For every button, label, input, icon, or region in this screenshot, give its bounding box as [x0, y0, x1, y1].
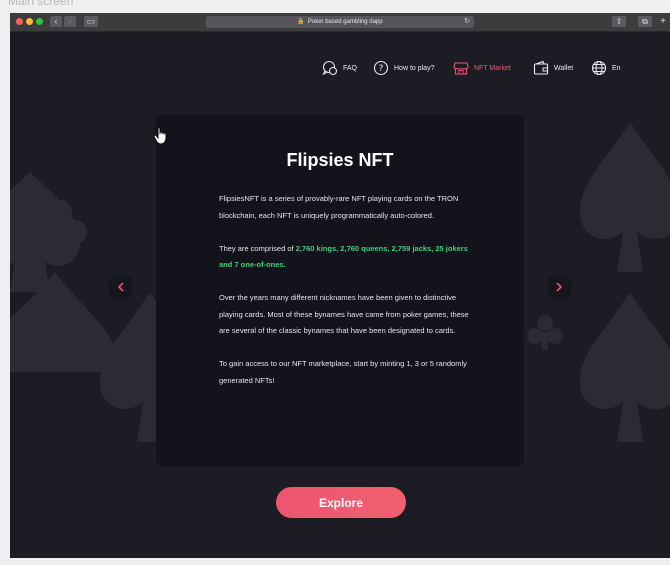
reload-icon[interactable]: ↻: [464, 16, 470, 28]
browser-toolbar: ‹ › ▭ 🔒 Poker based gambling dapp ↻ ⇪ ⧉ +: [10, 13, 670, 32]
close-window-button[interactable]: [16, 18, 23, 25]
chevron-right-icon: [556, 282, 563, 292]
club-background-icon: [33, 200, 87, 255]
nav-faq[interactable]: FAQ: [322, 58, 357, 78]
card-title: Flipsies NFT: [286, 150, 394, 170]
nav-language-label: En: [612, 64, 621, 72]
card-paragraph-nicknames: Over the years many different nicknames …: [219, 293, 469, 335]
sidebar-toggle-button[interactable]: ▭: [84, 16, 98, 27]
nav-nft-market[interactable]: NFT Market: [453, 58, 511, 78]
nav-wallet-label: Wallet: [554, 64, 574, 72]
address-text: Poker based gambling dapp: [307, 19, 383, 25]
nav-faq-label: FAQ: [343, 64, 358, 72]
wallet-icon: [533, 60, 549, 75]
chevron-left-icon: [117, 282, 124, 292]
nav-nft-market-label: NFT Market: [474, 64, 511, 72]
card-paragraph-intro: FlipsiesNFT is a series of provably-rare…: [219, 194, 459, 220]
carousel-prev-button[interactable]: [108, 274, 134, 300]
spade-background-icon: [580, 292, 670, 442]
explore-button[interactable]: Explore: [276, 487, 406, 518]
back-button[interactable]: ‹: [50, 16, 62, 27]
browser-window: ‹ › ▭ 🔒 Poker based gambling dapp ↻ ⇪ ⧉ +: [10, 13, 670, 558]
card-body: FlipsiesNFT is a series of provably-rare…: [219, 191, 469, 406]
maximize-window-button[interactable]: [36, 18, 43, 25]
globe-icon: [591, 60, 607, 76]
faq-icon: [322, 60, 338, 76]
spade-background-icon: [580, 122, 670, 272]
hand-cursor-icon: [153, 127, 167, 145]
forward-button[interactable]: ›: [64, 16, 76, 27]
nav-wallet[interactable]: Wallet: [533, 58, 573, 78]
composition-prefix: They are comprised of: [219, 243, 296, 253]
new-tab-button[interactable]: +: [658, 16, 668, 27]
store-icon: [453, 62, 469, 75]
carousel-next-button[interactable]: [546, 274, 572, 300]
nav-how-to-play[interactable]: ? How to play?: [373, 58, 434, 78]
frame-label: Main screen: [8, 0, 74, 8]
page: FAQ ? How to play? NFT Market Wallet En …: [10, 32, 670, 558]
question-icon: ?: [373, 60, 389, 76]
card-paragraph-composition: They are comprised of 2,760 kings, 2,760…: [219, 241, 469, 274]
nav-how-to-play-label: How to play?: [394, 64, 435, 72]
lock-icon: 🔒: [297, 19, 305, 25]
club-background-icon: [527, 315, 563, 350]
minimize-window-button[interactable]: [26, 18, 33, 25]
share-button[interactable]: ⇪: [612, 16, 626, 27]
card-paragraph-cta: To gain access to our NFT marketplace, s…: [219, 359, 467, 385]
svg-text:?: ?: [379, 64, 384, 74]
address-bar[interactable]: 🔒 Poker based gambling dapp ↻: [206, 16, 474, 28]
info-card: Flipsies NFT FlipsiesNFT is a series of …: [156, 115, 524, 466]
nav-language[interactable]: En: [591, 58, 621, 78]
tabs-overview-button[interactable]: ⧉: [638, 16, 652, 27]
